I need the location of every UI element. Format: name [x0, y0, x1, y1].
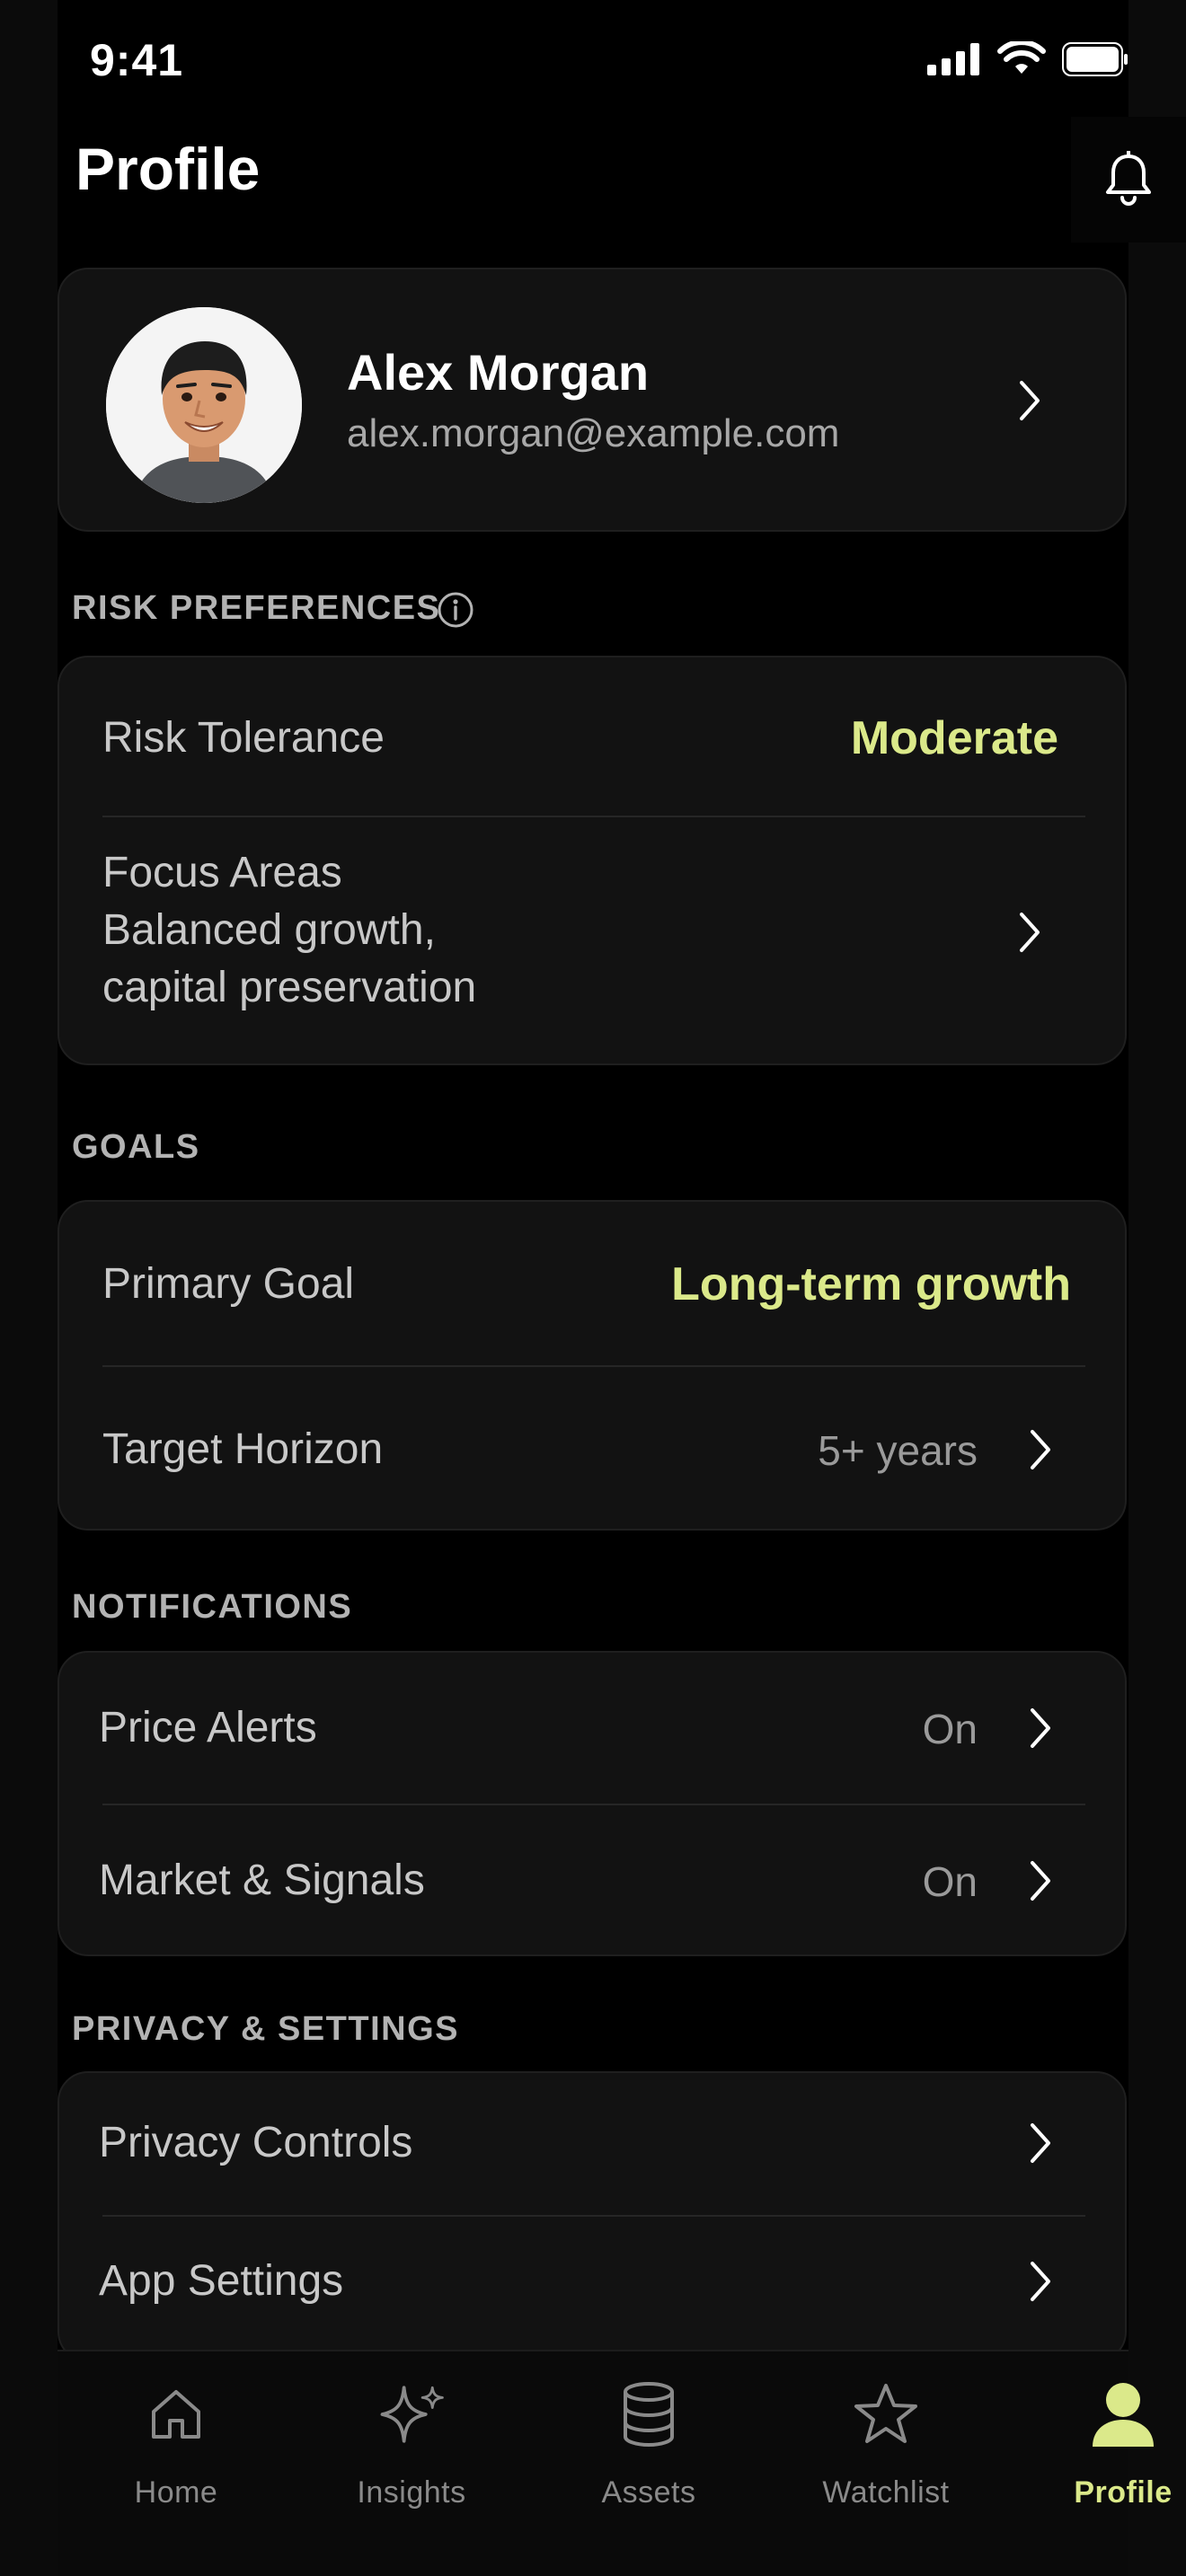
sparkle-icon	[376, 2378, 447, 2450]
notifications-button[interactable]	[1071, 117, 1186, 243]
focus-areas-label: Focus Areas	[102, 849, 342, 896]
risk-tolerance-label: Risk Tolerance	[102, 714, 385, 762]
primary-goal-value: Long-term growth	[671, 1258, 1071, 1310]
price-alerts-value: On	[922, 1706, 978, 1752]
primary-goal-row[interactable]: Primary Goal Long-term growth	[59, 1202, 1128, 1365]
target-horizon-chevron-right-icon	[1022, 1423, 1058, 1477]
app-screen: 9:41 Profile Alex Morgan alex.morgan@exa…	[58, 0, 1186, 2576]
profile-card[interactable]: Alex Morgan alex.morgan@example.com	[58, 268, 1127, 532]
tab-assets[interactable]: Assets	[559, 2378, 739, 2549]
app-settings-label: App Settings	[99, 2257, 344, 2305]
price-alerts-row[interactable]: Price Alerts On	[59, 1653, 1128, 1804]
tab-profile-label: Profile	[1074, 2475, 1173, 2510]
tab-insights-label: Insights	[357, 2475, 466, 2510]
risk-preferences-section-label: RISK PREFERENCES	[72, 589, 441, 627]
target-horizon-label: Target Horizon	[102, 1425, 384, 1473]
star-icon	[850, 2378, 922, 2450]
status-icons	[927, 41, 1128, 77]
battery-icon	[1062, 42, 1128, 76]
tab-watchlist[interactable]: Watchlist	[796, 2378, 976, 2549]
cellular-signal-icon	[927, 43, 979, 75]
tab-profile[interactable]: Profile	[1033, 2378, 1186, 2549]
market-signals-label: Market & Signals	[99, 1857, 425, 1904]
tab-home-label: Home	[134, 2475, 218, 2510]
focus-areas-chevron-right-icon	[1012, 905, 1048, 959]
tab-home[interactable]: Home	[86, 2378, 266, 2549]
notifications-section-label: NOTIFICATIONS	[72, 1588, 353, 1626]
wifi-icon	[997, 41, 1046, 74]
status-time: 9:41	[90, 35, 184, 85]
price-alerts-label: Price Alerts	[99, 1704, 317, 1751]
goals-card: Primary Goal Long-term growth Target Hor…	[58, 1200, 1127, 1531]
tab-assets-label: Assets	[601, 2475, 696, 2510]
market-signals-value: On	[922, 1858, 978, 1905]
target-horizon-value: 5+ years	[818, 1427, 978, 1474]
avatar	[106, 307, 302, 503]
market-signals-chevron-right-icon	[1022, 1854, 1058, 1908]
tab-insights[interactable]: Insights	[322, 2378, 501, 2549]
target-horizon-row[interactable]: Target Horizon 5+ years	[59, 1367, 1128, 1531]
page-title: Profile	[75, 136, 261, 202]
user-name: Alex Morgan	[347, 344, 650, 401]
home-icon	[140, 2378, 212, 2450]
notifications-card: Price Alerts On Market & Signals On	[58, 1651, 1127, 1956]
user-portrait-icon	[106, 307, 302, 503]
market-signals-row[interactable]: Market & Signals On	[59, 1805, 1128, 1956]
user-email: alex.morgan@example.com	[347, 411, 840, 455]
primary-goal-label: Primary Goal	[102, 1260, 355, 1308]
risk-tolerance-value: Moderate	[850, 712, 1058, 764]
bell-icon	[1106, 151, 1151, 206]
privacy-controls-chevron-right-icon	[1022, 2116, 1058, 2170]
risk-preferences-card: Risk Tolerance Moderate Focus Areas Bala…	[58, 656, 1127, 1065]
focus-areas-value-line2: capital preservation	[102, 964, 477, 1011]
privacy-settings-card: Privacy Controls App Settings	[58, 2071, 1127, 2362]
person-icon	[1087, 2378, 1159, 2450]
profile-chevron-right-icon	[1012, 374, 1048, 428]
device-frame: 9:41 Profile Alex Morgan alex.morgan@exa…	[0, 0, 1186, 2576]
app-settings-row[interactable]: App Settings	[59, 2217, 1128, 2351]
database-icon	[613, 2378, 685, 2450]
app-settings-chevron-right-icon	[1022, 2254, 1058, 2308]
status-bar: 9:41	[58, 0, 1128, 117]
focus-areas-value-line1: Balanced growth,	[102, 906, 436, 954]
privacy-controls-row[interactable]: Privacy Controls	[59, 2073, 1128, 2215]
risk-tolerance-row[interactable]: Risk Tolerance Moderate	[59, 657, 1128, 816]
tab-bar: Home Insights Assets Watchlist Profile	[58, 2350, 1172, 2576]
goals-section-label: GOALS	[72, 1128, 200, 1166]
tab-watchlist-label: Watchlist	[822, 2475, 950, 2510]
price-alerts-chevron-right-icon	[1022, 1701, 1058, 1755]
privacy-settings-section-label: PRIVACY & SETTINGS	[72, 2010, 459, 2048]
privacy-controls-label: Privacy Controls	[99, 2119, 413, 2166]
info-icon[interactable]	[437, 591, 474, 629]
focus-areas-row[interactable]: Focus Areas Balanced growth, capital pre…	[59, 817, 1128, 1065]
